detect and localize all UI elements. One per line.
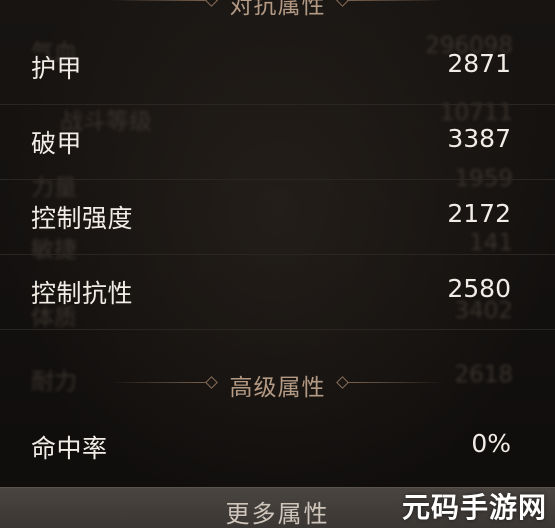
stat-label: 控制抗性 <box>31 279 134 308</box>
stat-label: 控制强度 <box>31 204 134 233</box>
section-title: 对抗属性 <box>229 0 326 19</box>
advanced-section-header: 高级属性 <box>0 368 555 401</box>
header-rule-right <box>347 382 445 383</box>
stat-label: 破甲 <box>31 129 83 158</box>
character-attributes-panel: 气血 296098 战斗等级 10711 力量 1959 敏捷 141 体质 3… <box>0 0 555 528</box>
stat-value: 2580 <box>447 274 511 303</box>
stat-value: 0% <box>471 429 511 458</box>
stat-row-armor-penetration: 破甲 3387 <box>0 104 555 180</box>
stat-label: 命中率 <box>31 434 108 463</box>
stat-row-control-strength: 控制强度 2172 <box>0 179 555 255</box>
stat-value: 2172 <box>447 199 511 228</box>
stat-value: 2871 <box>447 49 511 78</box>
resistance-section-header: 对抗属性 <box>0 0 555 19</box>
section-title: 高级属性 <box>229 375 326 401</box>
stat-value: 3387 <box>447 124 511 153</box>
header-rule-right <box>347 0 445 1</box>
stat-row-hit-rate: 命中率 0% <box>0 409 555 484</box>
site-watermark: 元码手游网 <box>401 491 547 524</box>
stat-row-control-resistance: 控制抗性 2580 <box>0 254 555 330</box>
stat-row-armor: 护甲 2871 <box>0 29 555 105</box>
stat-label: 护甲 <box>31 54 83 83</box>
